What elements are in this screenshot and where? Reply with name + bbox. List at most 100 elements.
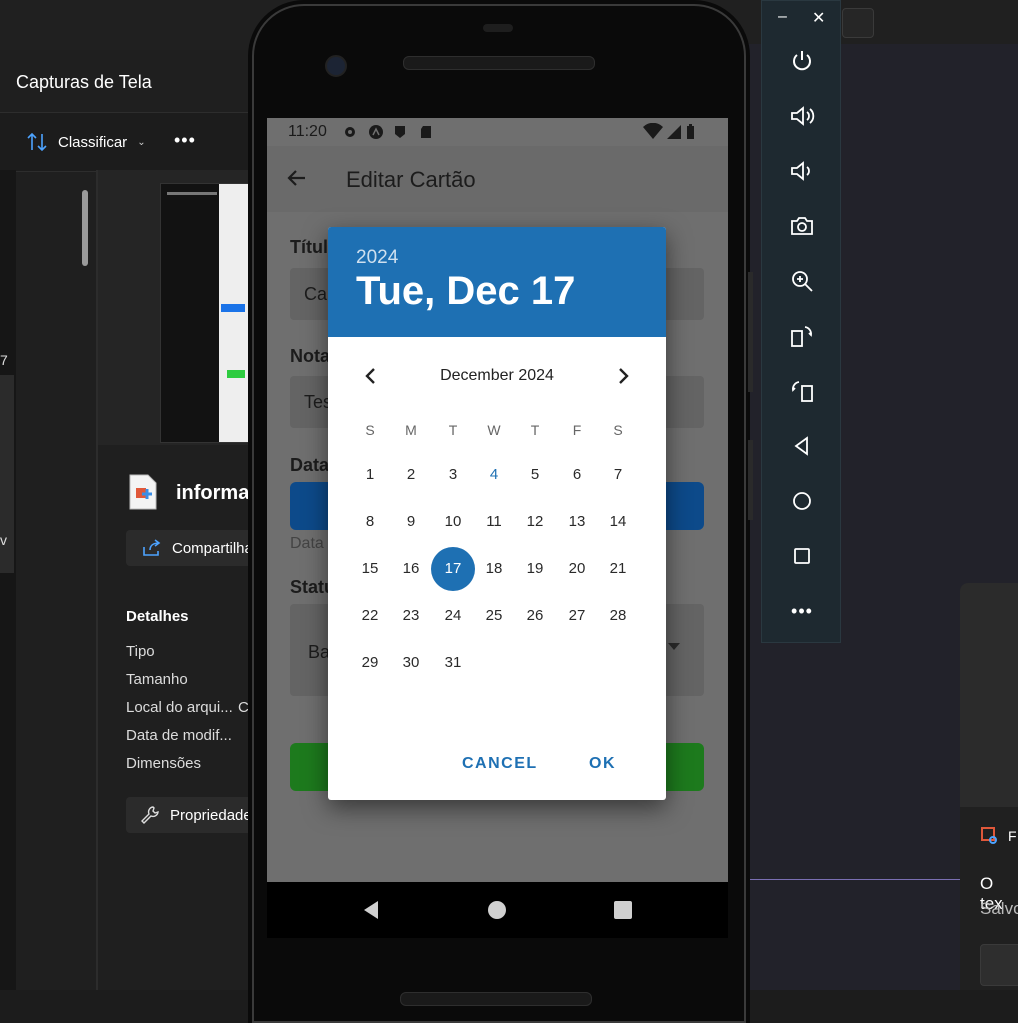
calendar-day[interactable]: 4 bbox=[472, 453, 516, 497]
calendar-day[interactable]: 20 bbox=[555, 547, 599, 591]
explorer-tab-title[interactable]: Capturas de Tela bbox=[16, 72, 152, 93]
share-button[interactable]: Compartilha bbox=[126, 530, 256, 566]
weekday-label: F bbox=[572, 422, 582, 438]
screenshot-thumbnail bbox=[160, 183, 252, 443]
calendar-day[interactable]: 25 bbox=[472, 594, 516, 638]
phone-speaker bbox=[403, 56, 595, 70]
calendar-day[interactable]: 10 bbox=[431, 500, 475, 544]
weekday-label: T bbox=[448, 422, 458, 438]
calendar-day[interactable]: 14 bbox=[596, 500, 640, 544]
calendar-day[interactable]: 30 bbox=[389, 641, 433, 685]
nav-overview-icon[interactable] bbox=[613, 900, 633, 920]
notification-action-button[interactable] bbox=[980, 944, 1018, 986]
notification-app: F bbox=[980, 826, 1017, 846]
truncated-text: 7 bbox=[0, 352, 8, 368]
back-icon[interactable] bbox=[762, 426, 842, 466]
phone-side-button bbox=[748, 440, 753, 520]
back-arrow-icon[interactable] bbox=[285, 166, 309, 195]
calendar-day[interactable]: 23 bbox=[389, 594, 433, 638]
calendar-day[interactable]: 26 bbox=[513, 594, 557, 638]
date-label: Data bbox=[290, 455, 330, 475]
calendar-day[interactable]: 12 bbox=[513, 500, 557, 544]
year-selector[interactable]: 2024 bbox=[356, 247, 398, 269]
minimize-button[interactable]: – bbox=[778, 8, 787, 26]
calendar-day[interactable]: 6 bbox=[555, 453, 599, 497]
detail-modified-label: Data de modif... bbox=[126, 727, 232, 744]
wrench-icon bbox=[141, 806, 159, 824]
snipping-tool-icon bbox=[981, 827, 997, 844]
scrollbar[interactable] bbox=[82, 190, 88, 266]
camera-icon[interactable] bbox=[762, 206, 842, 246]
notification-subtitle: Salvo bbox=[980, 899, 1018, 918]
detail-dimensions-label: Dimensões bbox=[126, 755, 202, 772]
phone-speaker bbox=[400, 992, 592, 1006]
calendar-day[interactable]: 3 bbox=[431, 453, 475, 497]
weekday-label: S bbox=[365, 422, 375, 438]
details-heading: Detalhes bbox=[126, 608, 189, 625]
weekday-label: M bbox=[405, 422, 417, 438]
detail-size-label: Tamanho bbox=[126, 671, 188, 688]
calendar-day[interactable]: 27 bbox=[555, 594, 599, 638]
calendar-day[interactable]: 31 bbox=[431, 641, 475, 685]
calendar-day[interactable]: 1 bbox=[348, 453, 392, 497]
nav-home-icon[interactable] bbox=[487, 900, 507, 920]
volume-up-icon[interactable] bbox=[762, 96, 842, 136]
calendar-day[interactable]: 5 bbox=[513, 453, 557, 497]
sort-button[interactable]: Classificar ⌄ bbox=[26, 130, 146, 154]
selected-day[interactable]: 17 bbox=[431, 547, 475, 591]
properties-button[interactable]: Propriedade bbox=[126, 797, 256, 833]
cancel-button[interactable]: CANCEL bbox=[462, 755, 538, 773]
calendar-day[interactable]: 8 bbox=[348, 500, 392, 544]
image-file-icon bbox=[128, 474, 158, 510]
calendar-day[interactable]: 29 bbox=[348, 641, 392, 685]
home-icon[interactable] bbox=[762, 481, 842, 521]
volume-down-icon[interactable] bbox=[762, 151, 842, 191]
zoom-icon[interactable] bbox=[762, 261, 842, 301]
date-hint: Data bbox=[290, 535, 324, 552]
app-bar bbox=[267, 146, 728, 212]
calendar-day[interactable]: 28 bbox=[596, 594, 640, 638]
more-options-button[interactable]: ••• bbox=[174, 130, 196, 151]
ok-button[interactable]: OK bbox=[589, 755, 616, 773]
phone-side-button bbox=[748, 272, 753, 392]
date-picker-dialog: 2024 Tue, Dec 17 December 2024 SMTWTFS 1… bbox=[328, 227, 666, 800]
calendar-day[interactable]: 9 bbox=[389, 500, 433, 544]
rotate-left-icon[interactable] bbox=[762, 316, 842, 356]
detail-type-label: Tipo bbox=[126, 643, 155, 660]
calendar-day[interactable]: 13 bbox=[555, 500, 599, 544]
emulator-toolbar: ••• bbox=[761, 0, 841, 643]
search-box[interactable] bbox=[842, 8, 874, 38]
status-dropdown-value: Ba bbox=[308, 642, 331, 662]
title-label: Títul bbox=[290, 237, 328, 257]
calendar-day[interactable]: 16 bbox=[389, 547, 433, 591]
chevron-right-icon bbox=[619, 368, 629, 384]
detail-location-label: Local do arqui... bbox=[126, 699, 233, 716]
calendar-day[interactable]: 22 bbox=[348, 594, 392, 638]
app-title: Editar Cartão bbox=[346, 167, 476, 192]
power-icon[interactable] bbox=[762, 41, 842, 81]
truncated-text: v bbox=[0, 532, 7, 548]
weekday-label: W bbox=[487, 422, 501, 438]
calendar-day[interactable]: 7 bbox=[596, 453, 640, 497]
nav-back-icon[interactable] bbox=[361, 900, 381, 920]
calendar-day[interactable]: 19 bbox=[513, 547, 557, 591]
calendar-day[interactable]: 11 bbox=[472, 500, 516, 544]
calendar-day[interactable]: 15 bbox=[348, 547, 392, 591]
more-icon[interactable]: ••• bbox=[762, 591, 842, 631]
notification-app-name: F bbox=[1008, 828, 1017, 844]
file-name: informa bbox=[176, 482, 250, 504]
rotate-right-icon[interactable] bbox=[762, 371, 842, 411]
chevron-down-icon: ⌄ bbox=[137, 136, 146, 148]
overview-icon[interactable] bbox=[762, 536, 842, 576]
calendar-day[interactable]: 18 bbox=[472, 547, 516, 591]
calendar-day[interactable]: 21 bbox=[596, 547, 640, 591]
selected-date-display: Tue, Dec 17 bbox=[356, 269, 576, 313]
share-label: Compartilha bbox=[172, 539, 253, 557]
signal-icons bbox=[643, 123, 694, 139]
next-month-button[interactable] bbox=[612, 365, 634, 392]
close-button[interactable]: ✕ bbox=[812, 8, 825, 28]
title-field-value: Ca bbox=[304, 284, 328, 304]
calendar-day[interactable]: 2 bbox=[389, 453, 433, 497]
calendar-day[interactable]: 24 bbox=[431, 594, 475, 638]
notes-label: Nota bbox=[290, 346, 330, 366]
